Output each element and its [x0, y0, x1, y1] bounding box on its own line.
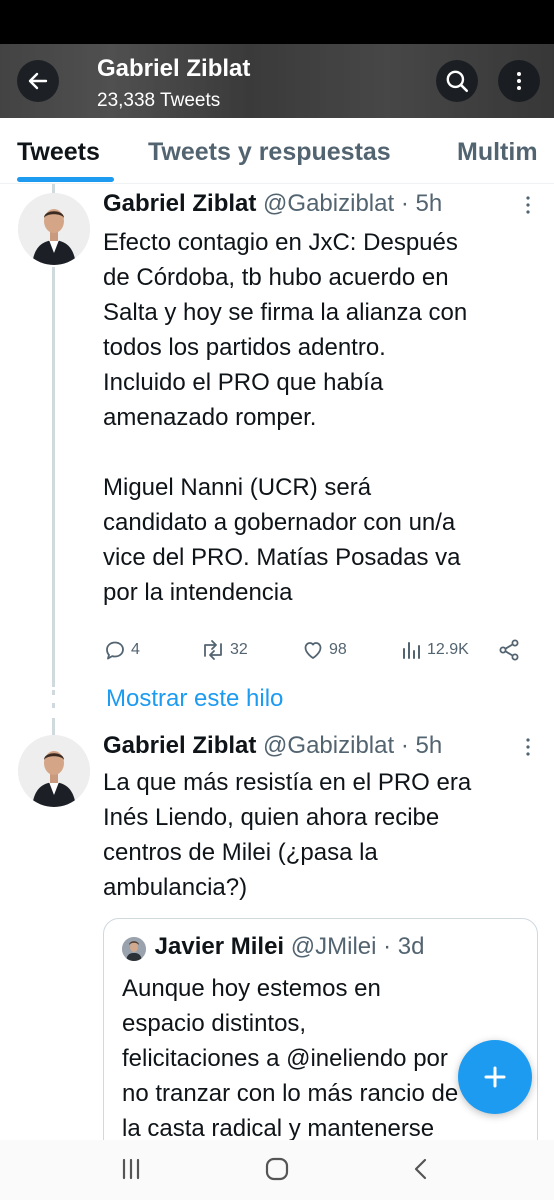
more-vertical-icon — [517, 72, 521, 90]
avatar[interactable] — [18, 735, 90, 807]
system-navigation-bar — [0, 1140, 554, 1200]
back-nav-icon[interactable] — [408, 1156, 434, 1182]
compose-tweet-button[interactable] — [458, 1040, 532, 1114]
heart-icon — [304, 642, 322, 659]
search-icon — [446, 70, 469, 93]
thread-dots-2 — [52, 703, 55, 708]
author-handle[interactable]: @Gabiziblat — [263, 190, 394, 217]
reply-icon — [106, 641, 124, 660]
recent-apps-icon[interactable] — [118, 1156, 144, 1182]
quote-time: · 3d — [383, 933, 425, 960]
home-icon[interactable] — [264, 1156, 290, 1182]
tab-tweets[interactable]: Tweets — [17, 138, 100, 167]
arrow-left-icon — [28, 72, 48, 90]
tweet-actions: 4 32 98 12.9K — [103, 638, 523, 668]
quote-header: Javier Milei @JMilei · 3d — [122, 933, 425, 961]
avatar-photo — [18, 193, 90, 265]
retweet-icon — [204, 640, 222, 660]
views-icon — [403, 642, 420, 659]
quote-avatar-photo — [122, 937, 146, 961]
reply-button[interactable]: 4 — [103, 638, 140, 662]
status-bar — [0, 0, 554, 44]
reply-count: 4 — [131, 641, 140, 658]
search-button[interactable] — [436, 60, 478, 102]
tweet-time[interactable]: · 5h — [401, 190, 442, 217]
quote-author-name: Javier Milei — [154, 933, 285, 960]
tweet-time[interactable]: · 5h — [401, 732, 442, 759]
tab-multimedia[interactable]: Multim — [457, 138, 538, 167]
header-tweet-count: 23,338 Tweets — [97, 90, 221, 111]
quote-avatar — [122, 937, 146, 961]
thread-line — [52, 267, 55, 687]
tweet-header: Gabriel Ziblat @Gabiziblat · 5h — [103, 732, 442, 760]
author-name[interactable]: Gabriel Ziblat — [103, 732, 256, 759]
retweet-count: 32 — [230, 641, 248, 658]
avatar-photo — [18, 735, 90, 807]
share-button[interactable] — [497, 638, 521, 662]
header-profile-name: Gabriel Ziblat — [97, 55, 251, 82]
tab-tweets-y-respuestas[interactable]: Tweets y respuestas — [148, 138, 391, 167]
more-options-button[interactable] — [498, 60, 540, 102]
share-icon — [499, 639, 519, 661]
author-name[interactable]: Gabriel Ziblat — [103, 190, 256, 217]
avatar[interactable] — [18, 193, 90, 265]
views-count: 12.9K — [427, 641, 469, 658]
back-button[interactable] — [17, 60, 59, 102]
thread-dots — [52, 690, 55, 695]
tweet-more-icon[interactable] — [525, 738, 531, 756]
tweet-text: La que más resistía en el PRO era Inés L… — [103, 769, 472, 901]
show-thread-link[interactable]: Mostrar este hilo — [106, 685, 283, 713]
retweet-button[interactable]: 32 — [200, 638, 248, 662]
quote-author-handle: @JMilei — [290, 933, 377, 960]
thread-line-connector — [52, 718, 55, 736]
profile-tabs: Tweets Tweets y respuestas Multim — [0, 118, 554, 184]
tweet-text: Efecto contagio en JxC: Después de Córdo… — [103, 229, 468, 606]
author-handle[interactable]: @Gabiziblat — [263, 732, 394, 759]
active-tab-indicator — [17, 177, 114, 182]
like-button[interactable]: 98 — [301, 638, 347, 662]
plus-icon — [484, 1066, 506, 1088]
like-count: 98 — [329, 641, 347, 658]
profile-header: Gabriel Ziblat 23,338 Tweets — [0, 44, 554, 118]
views-button[interactable]: 12.9K — [401, 638, 469, 662]
tweet-more-icon[interactable] — [525, 196, 531, 214]
tweet-header: Gabriel Ziblat @Gabiziblat · 5h — [103, 190, 442, 218]
